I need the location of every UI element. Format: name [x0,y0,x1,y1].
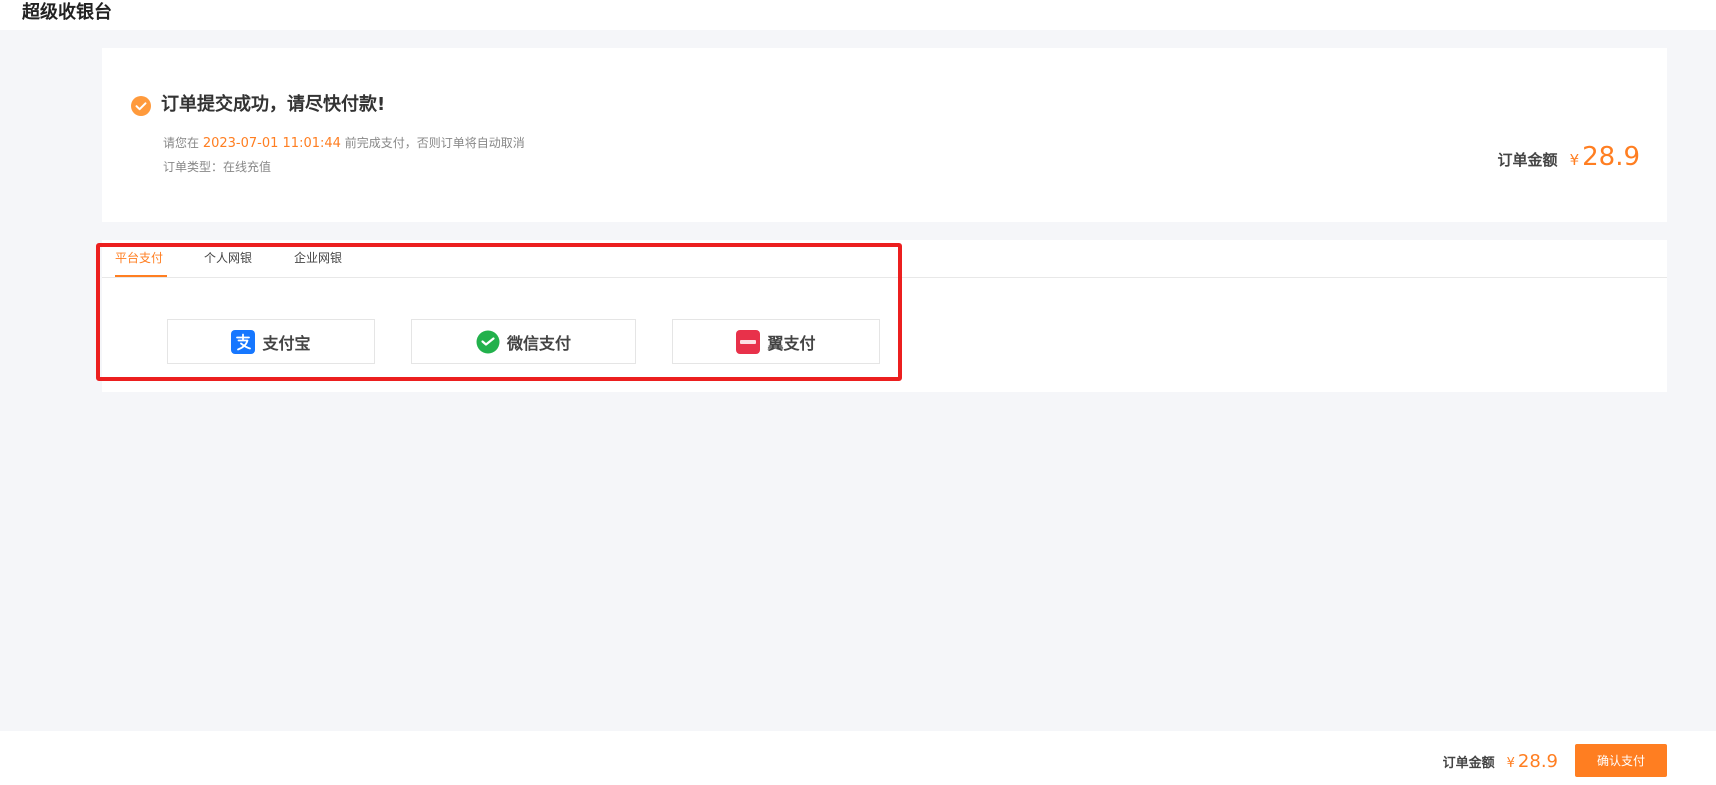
footer-amount: 订单金额 ¥ 28.9 [1443,751,1558,772]
bestpay-option-button[interactable]: 翼支付 [672,319,880,364]
success-check-icon [131,96,151,116]
deadline-date: 2023-07-01 11:01:44 [202,136,341,151]
app-title: 超级收银台 [22,2,112,23]
wechat-pay-icon [476,330,500,353]
footer-amount-label: 订单金额 [1442,756,1495,771]
footer-amount-value: 28.9 [1517,751,1558,772]
tab-platform-payment[interactable]: 平台支付 [115,250,163,266]
alipay-icon [231,329,256,354]
order-amount-value: 28.9 [1582,142,1640,172]
alipay-option-button[interactable]: 支付宝 [167,319,375,364]
order-success-title: 订单提交成功，请尽快付款! [161,94,386,115]
deadline-suffix: 前完成支付，否则订单将自动取消 [344,136,525,150]
footer-amount-currency: ¥ [1506,756,1515,771]
payment-deadline-notice: 请您在 2023-07-01 11:01:44 前完成支付，否则订单将自动取消 [163,135,525,152]
top-bar: 超级收银台 [0,0,1716,30]
order-amount: 订单金额 ¥ 28.9 [1498,142,1640,172]
bestpay-icon [736,329,761,354]
order-type-value: 在线充值 [223,160,272,174]
tab-enterprise-banking[interactable]: 企业网银 [294,250,342,266]
deadline-prefix: 请您在 [163,136,200,150]
active-tab-indicator [115,275,167,277]
payment-method-card: 平台支付 个人网银 企业网银 支付宝 微信支付 翼支付 [102,240,1667,392]
alipay-option-label: 支付宝 [262,333,311,353]
order-amount-currency: ¥ [1569,151,1580,169]
bottom-action-bar: 订单金额 ¥ 28.9 确认支付 [0,731,1716,785]
order-amount-label: 订单金额 [1497,151,1558,169]
order-type: 订单类型：在线充值 [163,159,271,175]
wechat-pay-option-button[interactable]: 微信支付 [411,319,636,364]
wechat-pay-option-label: 微信支付 [506,333,571,353]
confirm-payment-button[interactable]: 确认支付 [1575,744,1667,777]
payment-tab-bar: 平台支付 个人网银 企业网银 [102,240,1667,278]
bestpay-option-label: 翼支付 [767,333,816,353]
order-summary-card: 订单提交成功，请尽快付款! 请您在 2023-07-01 11:01:44 前完… [102,48,1667,222]
order-type-label: 订单类型： [163,160,224,174]
tab-personal-banking[interactable]: 个人网银 [204,250,252,266]
